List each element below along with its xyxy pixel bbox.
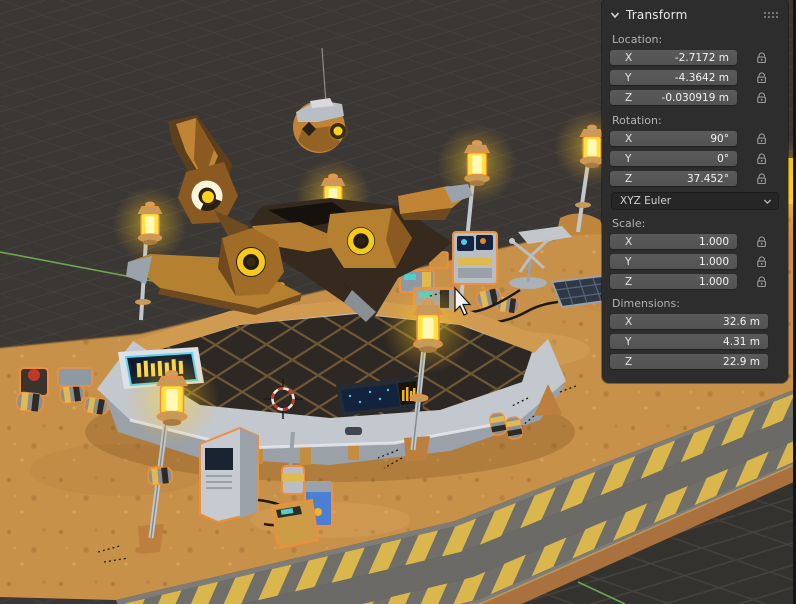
transform-panel: Transform Location: X-2.7172 m Y-4.3642 … — [602, 0, 788, 383]
dimensions-z-field[interactable]: Z22.9 m — [610, 354, 780, 369]
lock-open-icon[interactable] — [755, 91, 768, 104]
location-x-field[interactable]: X-2.7172 m — [610, 50, 780, 65]
drag-handle-icon[interactable] — [764, 12, 778, 18]
lock-open-icon[interactable] — [755, 275, 768, 288]
lock-open-icon[interactable] — [755, 235, 768, 248]
lock-open-icon[interactable] — [755, 71, 768, 84]
console[interactable] — [453, 232, 497, 284]
chevron-down-icon — [755, 197, 772, 206]
dimensions-label: Dimensions: — [612, 297, 780, 311]
blender-window: Transform Location: X-2.7172 m Y-4.3642 … — [0, 0, 796, 604]
barrel[interactable] — [147, 467, 173, 485]
lock-open-icon[interactable] — [755, 152, 768, 165]
rotation-x-field[interactable]: X90° — [610, 131, 780, 146]
panel-title: Transform — [626, 8, 688, 22]
scale-label: Scale: — [612, 217, 780, 231]
chevron-down-icon[interactable] — [610, 10, 620, 20]
yellow-crate[interactable] — [272, 500, 318, 548]
lock-open-icon[interactable] — [755, 132, 768, 145]
lock-open-icon[interactable] — [755, 51, 768, 64]
rotation-label: Rotation: — [612, 114, 780, 128]
location-y-field[interactable]: Y-4.3642 m — [610, 70, 780, 85]
dimensions-x-field[interactable]: X32.6 m — [610, 314, 780, 329]
scale-x-field[interactable]: X1.000 — [610, 234, 780, 249]
rotation-z-field[interactable]: Z37.452° — [610, 171, 780, 186]
rotation-y-field[interactable]: Y0° — [610, 151, 780, 166]
lock-open-icon[interactable] — [755, 255, 768, 268]
scale-y-field[interactable]: Y1.000 — [610, 254, 780, 269]
rotation-mode-dropdown[interactable]: XYZ Euler — [612, 193, 778, 209]
scale-z-field[interactable]: Z1.000 — [610, 274, 780, 289]
location-label: Location: — [612, 33, 780, 47]
dimensions-y-field[interactable]: Y4.31 m — [610, 334, 780, 349]
lock-open-icon[interactable] — [755, 172, 768, 185]
location-z-field[interactable]: Z-0.030919 m — [610, 90, 780, 105]
transform-panel-header[interactable]: Transform — [610, 5, 780, 24]
